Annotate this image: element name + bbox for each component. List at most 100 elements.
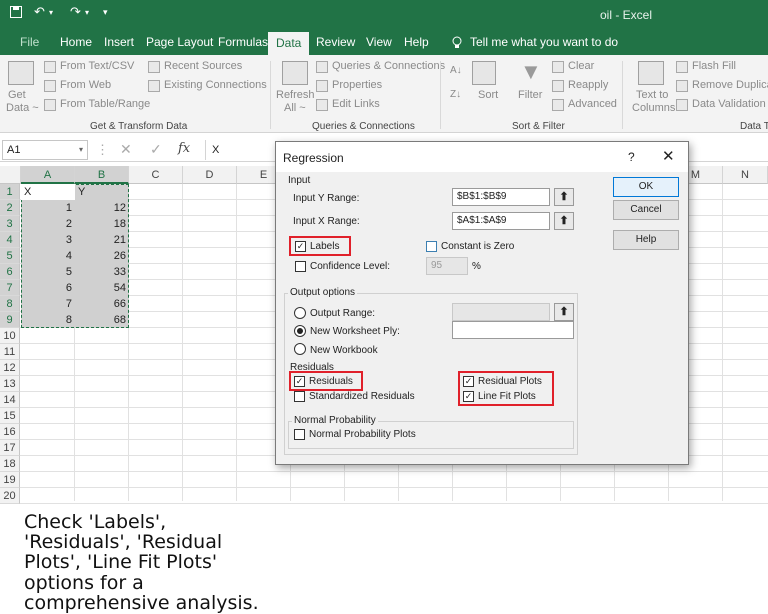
standardized-residuals-checkbox[interactable] bbox=[294, 391, 305, 402]
row-header[interactable]: 8 bbox=[0, 296, 20, 312]
column-header[interactable]: B bbox=[75, 166, 129, 184]
tab-formulas[interactable]: Formulas bbox=[216, 30, 270, 55]
filter-button[interactable]: Filter bbox=[518, 89, 542, 101]
row-header[interactable]: 7 bbox=[0, 280, 20, 296]
row-header[interactable]: 15 bbox=[0, 408, 20, 424]
row-header[interactable]: 4 bbox=[0, 232, 20, 248]
close-icon[interactable]: ✕ bbox=[662, 147, 675, 165]
refresh-line2[interactable]: All ~ bbox=[284, 102, 306, 114]
cell-x-value[interactable]: 1 bbox=[21, 200, 75, 216]
redo-icon[interactable]: ↷ bbox=[70, 4, 81, 20]
text-to-columns-line2[interactable]: Columns bbox=[632, 102, 675, 114]
refresh-line1[interactable]: Refresh bbox=[276, 89, 315, 101]
input-y-collapse-icon[interactable]: ⬆ bbox=[554, 188, 574, 206]
cell-y-value[interactable]: 68 bbox=[75, 312, 129, 328]
tab-review[interactable]: Review bbox=[314, 30, 357, 55]
output-range-radio[interactable] bbox=[294, 307, 306, 319]
confidence-field[interactable]: 95 bbox=[426, 257, 468, 275]
row-header[interactable]: 5 bbox=[0, 248, 20, 264]
help-button[interactable]: Help bbox=[613, 230, 679, 250]
input-x-field[interactable]: $A$1:$A$9 bbox=[452, 212, 550, 230]
recent-sources-button[interactable]: Recent Sources bbox=[164, 60, 242, 72]
text-to-columns-line1[interactable]: Text to bbox=[636, 89, 668, 101]
cell-y-value[interactable]: 26 bbox=[75, 248, 129, 264]
input-x-collapse-icon[interactable]: ⬆ bbox=[554, 212, 574, 230]
row-header[interactable]: 12 bbox=[0, 360, 20, 376]
row-header[interactable]: 13 bbox=[0, 376, 20, 392]
cancel-entry-icon[interactable]: ✕ bbox=[120, 141, 132, 158]
existing-connections-button[interactable]: Existing Connections bbox=[164, 79, 267, 91]
input-y-field[interactable]: $B$1:$B$9 bbox=[452, 188, 550, 206]
cell-x-value[interactable]: 5 bbox=[21, 264, 75, 280]
row-header[interactable]: 9 bbox=[0, 312, 20, 328]
row-header[interactable]: 10 bbox=[0, 328, 20, 344]
advanced-button[interactable]: Advanced bbox=[568, 98, 617, 110]
confidence-checkbox[interactable] bbox=[295, 261, 306, 272]
cell-y-value[interactable]: 66 bbox=[75, 296, 129, 312]
row-header[interactable]: 19 bbox=[0, 472, 20, 488]
output-range-field[interactable] bbox=[452, 303, 550, 321]
flash-fill-button[interactable]: Flash Fill bbox=[692, 60, 736, 72]
customize-qat-icon[interactable]: ▾ bbox=[103, 7, 108, 18]
cell-x-value[interactable]: 8 bbox=[21, 312, 75, 328]
sort-button[interactable]: Sort bbox=[478, 89, 498, 101]
cell-x-value[interactable]: 2 bbox=[21, 216, 75, 232]
normal-plots-checkbox[interactable] bbox=[294, 429, 305, 440]
cell-y-value[interactable]: 18 bbox=[75, 216, 129, 232]
tab-data[interactable]: Data bbox=[268, 32, 310, 55]
from-table-button[interactable]: From Table/Range bbox=[60, 98, 150, 110]
row-header[interactable]: 2 bbox=[0, 200, 20, 216]
row-header[interactable]: 16 bbox=[0, 424, 20, 440]
cancel-button[interactable]: Cancel bbox=[613, 200, 679, 220]
row-header[interactable]: 17 bbox=[0, 440, 20, 456]
tab-view[interactable]: View bbox=[364, 30, 394, 55]
formula-input[interactable]: X bbox=[205, 140, 275, 160]
column-header[interactable]: D bbox=[183, 166, 237, 184]
select-all-corner[interactable] bbox=[0, 166, 21, 184]
undo-icon[interactable]: ↶ bbox=[34, 4, 45, 20]
row-header[interactable]: 14 bbox=[0, 392, 20, 408]
chevron-down-icon[interactable]: ▾ bbox=[79, 141, 83, 159]
row-header[interactable]: 6 bbox=[0, 264, 20, 280]
cell-x-value[interactable]: 3 bbox=[21, 232, 75, 248]
insert-function-icon[interactable]: fx bbox=[178, 141, 190, 156]
cell-y-value[interactable]: 33 bbox=[75, 264, 129, 280]
new-worksheet-field[interactable] bbox=[452, 321, 574, 339]
new-workbook-radio[interactable] bbox=[294, 343, 306, 355]
column-header[interactable]: N bbox=[723, 166, 768, 184]
row-header[interactable]: 1 bbox=[0, 184, 20, 200]
tab-home[interactable]: Home bbox=[58, 30, 94, 55]
row-header[interactable]: 18 bbox=[0, 456, 20, 472]
tab-page-layout[interactable]: Page Layout bbox=[144, 30, 215, 55]
queries-connections-button[interactable]: Queries & Connections bbox=[332, 60, 445, 72]
cell-x-value[interactable]: 7 bbox=[21, 296, 75, 312]
output-range-collapse-icon[interactable]: ⬆ bbox=[554, 303, 574, 321]
cell-x-value[interactable]: 6 bbox=[21, 280, 75, 296]
cell-header-x[interactable]: X bbox=[21, 184, 75, 200]
remove-duplicates-button[interactable]: Remove Duplicat bbox=[692, 79, 768, 91]
name-box[interactable]: A1 ▾ bbox=[2, 140, 88, 160]
cell-y-value[interactable]: 21 bbox=[75, 232, 129, 248]
get-data-line2[interactable]: Data ~ bbox=[6, 102, 39, 114]
get-data-line1[interactable]: Get bbox=[8, 89, 26, 101]
from-web-button[interactable]: From Web bbox=[60, 79, 111, 91]
new-worksheet-radio[interactable] bbox=[294, 325, 306, 337]
sort-az-icon[interactable]: A↓ bbox=[450, 65, 462, 76]
undo-dropdown-icon[interactable]: ▾ bbox=[49, 8, 53, 17]
cell-y-value[interactable]: 12 bbox=[75, 200, 129, 216]
edit-links-button[interactable]: Edit Links bbox=[332, 98, 380, 110]
confirm-entry-icon[interactable]: ✓ bbox=[150, 141, 162, 158]
cell-x-value[interactable]: 4 bbox=[21, 248, 75, 264]
row-header[interactable]: 3 bbox=[0, 216, 20, 232]
row-header[interactable]: 20 bbox=[0, 488, 20, 504]
from-text-button[interactable]: From Text/CSV bbox=[60, 60, 134, 72]
redo-dropdown-icon[interactable]: ▾ bbox=[85, 8, 89, 17]
constant-zero-checkbox[interactable] bbox=[426, 241, 437, 252]
tab-file[interactable]: File bbox=[18, 30, 41, 55]
cell-header-y[interactable]: Y bbox=[75, 184, 129, 200]
data-validation-button[interactable]: Data Validation bbox=[692, 98, 766, 110]
save-icon[interactable] bbox=[10, 6, 22, 21]
sort-za-icon[interactable]: Z↓ bbox=[450, 89, 461, 100]
tab-help[interactable]: Help bbox=[402, 30, 431, 55]
help-icon[interactable]: ? bbox=[628, 150, 635, 164]
